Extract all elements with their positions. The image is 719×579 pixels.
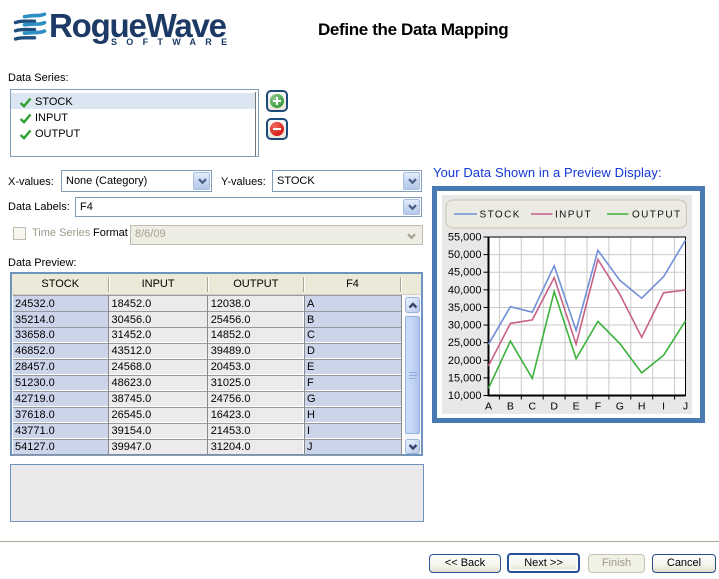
svg-text:E: E xyxy=(573,401,580,413)
svg-text:50,000: 50,000 xyxy=(448,249,482,261)
svg-text:F: F xyxy=(595,401,601,413)
svg-text:D: D xyxy=(550,401,558,413)
svg-text:STOCK: STOCK xyxy=(480,210,521,221)
svg-text:10,000: 10,000 xyxy=(448,390,482,402)
svg-text:I: I xyxy=(662,401,665,413)
svg-text:C: C xyxy=(529,401,537,413)
svg-text:30,000: 30,000 xyxy=(448,320,482,332)
svg-text:J: J xyxy=(683,401,688,413)
svg-text:45,000: 45,000 xyxy=(448,267,482,279)
svg-text:OUTPUT: OUTPUT xyxy=(632,210,682,221)
svg-text:INPUT: INPUT xyxy=(555,210,592,221)
svg-text:H: H xyxy=(638,401,646,413)
svg-text:25,000: 25,000 xyxy=(448,337,482,349)
svg-text:55,000: 55,000 xyxy=(448,232,482,244)
svg-text:B: B xyxy=(507,401,514,413)
svg-text:15,000: 15,000 xyxy=(448,372,482,384)
svg-text:A: A xyxy=(485,401,492,413)
svg-text:20,000: 20,000 xyxy=(448,355,482,367)
svg-text:35,000: 35,000 xyxy=(448,302,482,314)
svg-text:G: G xyxy=(616,401,624,413)
svg-text:40,000: 40,000 xyxy=(448,284,482,296)
